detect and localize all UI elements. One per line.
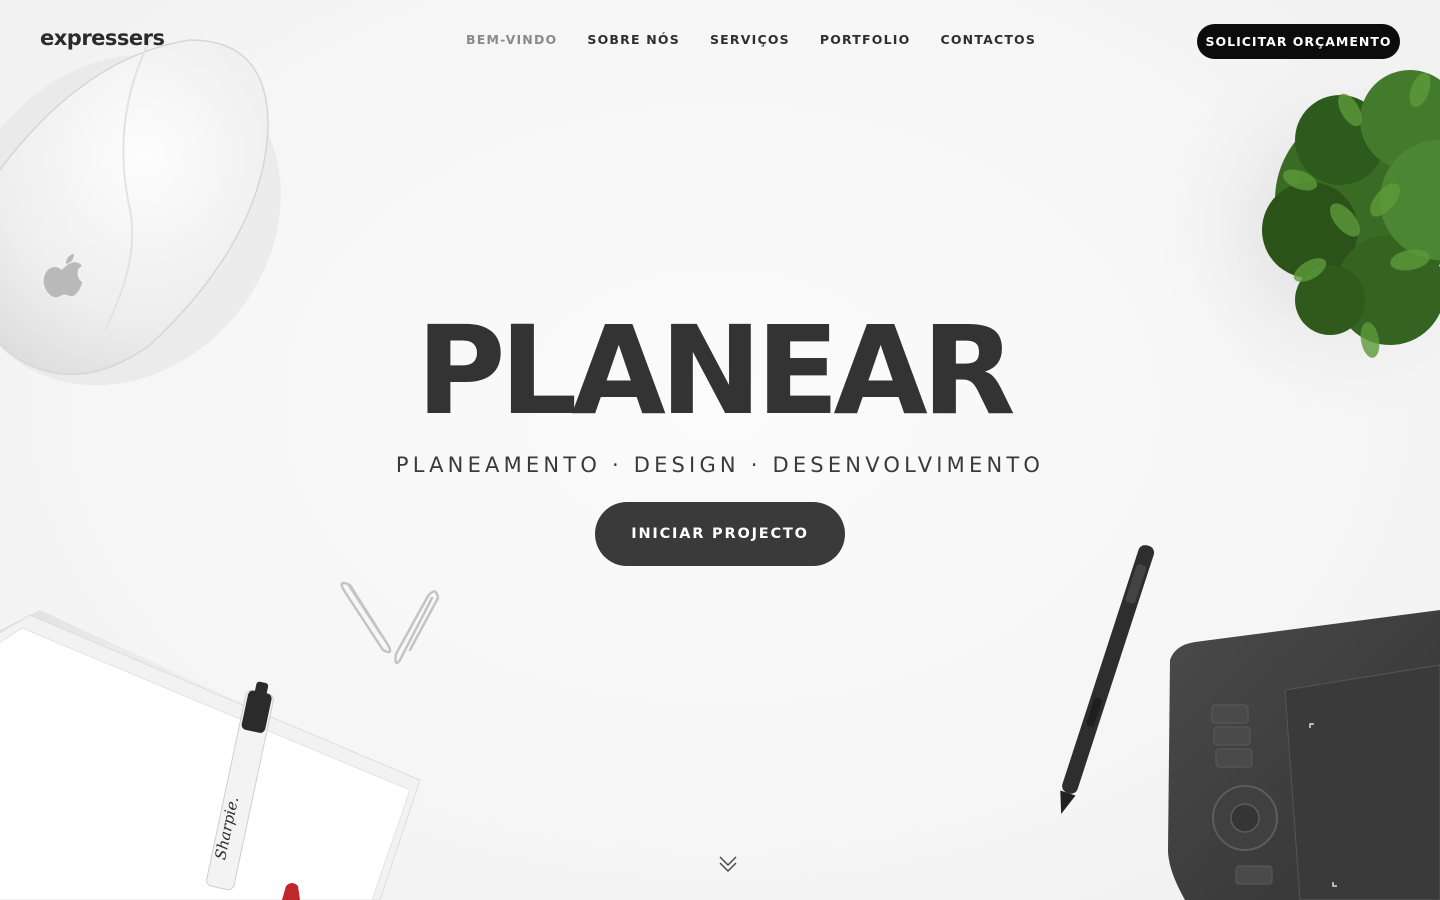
hero-section: Sharpie. expressers BEM-VINDO SOBRE NÓS … — [0, 0, 1440, 900]
nav-item-contactos[interactable]: CONTACTOS — [940, 32, 1036, 47]
nav-item-servicos[interactable]: SERVIÇOS — [710, 32, 790, 47]
site-logo[interactable]: expressers — [40, 26, 165, 50]
hero-title: PLANEAR — [416, 300, 1015, 442]
desk-decoration: Sharpie. — [0, 20, 1440, 900]
chevron-double-down-icon[interactable] — [716, 853, 740, 877]
nav-item-bem-vindo[interactable]: BEM-VINDO — [466, 32, 557, 47]
request-quote-button[interactable]: SOLICITAR ORÇAMENTO — [1197, 24, 1400, 59]
start-project-button[interactable]: INICIAR PROJECTO — [595, 502, 845, 566]
hero-subtitle: PLANEAMENTO · DESIGN · DESENVOLVIMENTO — [395, 453, 1045, 477]
nav-item-sobre-nos[interactable]: SOBRE NÓS — [587, 32, 680, 47]
nav-item-portfolio[interactable]: PORTFOLIO — [820, 32, 911, 47]
main-nav: BEM-VINDO SOBRE NÓS SERVIÇOS PORTFOLIO C… — [466, 32, 1066, 47]
